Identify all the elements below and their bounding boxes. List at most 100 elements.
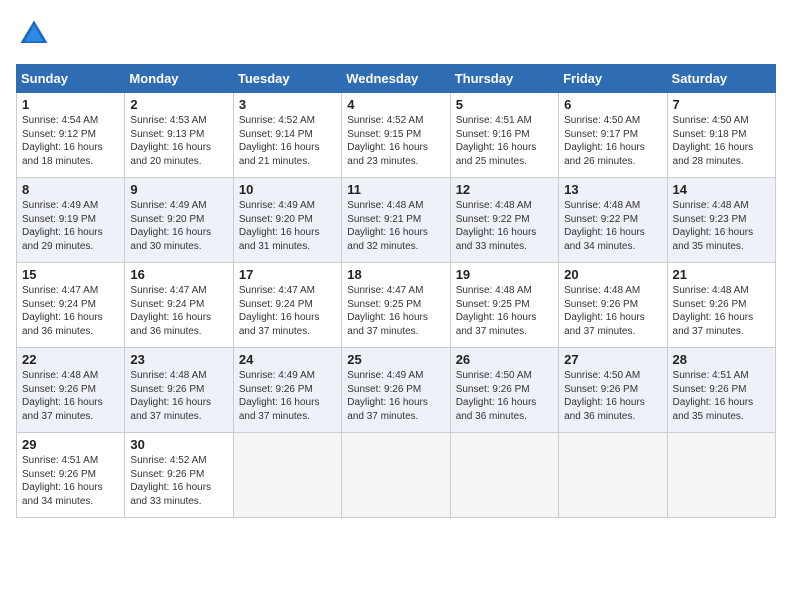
calendar-cell: 14 Sunrise: 4:48 AM Sunset: 9:23 PM Dayli… [667, 178, 775, 263]
day-info: Sunrise: 4:52 AM Sunset: 9:14 PM Dayligh… [239, 114, 336, 168]
day-number: 3 [239, 97, 336, 112]
day-number: 19 [456, 267, 553, 282]
calendar-cell: 22 Sunrise: 4:48 AM Sunset: 9:26 PM Dayli… [17, 348, 125, 433]
day-number: 29 [22, 437, 119, 452]
day-number: 22 [22, 352, 119, 367]
day-info: Sunrise: 4:47 AM Sunset: 9:24 PM Dayligh… [22, 284, 119, 338]
col-header-sunday: Sunday [17, 65, 125, 93]
day-number: 1 [22, 97, 119, 112]
calendar-cell: 15 Sunrise: 4:47 AM Sunset: 9:24 PM Dayli… [17, 263, 125, 348]
calendar-cell: 19 Sunrise: 4:48 AM Sunset: 9:25 PM Dayli… [450, 263, 558, 348]
calendar-cell: 1 Sunrise: 4:54 AM Sunset: 9:12 PM Daylig… [17, 93, 125, 178]
day-info: Sunrise: 4:48 AM Sunset: 9:23 PM Dayligh… [673, 199, 770, 253]
day-number: 17 [239, 267, 336, 282]
day-number: 28 [673, 352, 770, 367]
col-header-wednesday: Wednesday [342, 65, 450, 93]
day-number: 20 [564, 267, 661, 282]
day-info: Sunrise: 4:49 AM Sunset: 9:26 PM Dayligh… [347, 369, 444, 423]
week-row-3: 15 Sunrise: 4:47 AM Sunset: 9:24 PM Dayli… [17, 263, 776, 348]
day-info: Sunrise: 4:53 AM Sunset: 9:13 PM Dayligh… [130, 114, 227, 168]
calendar-cell: 29 Sunrise: 4:51 AM Sunset: 9:26 PM Dayli… [17, 433, 125, 518]
col-header-saturday: Saturday [667, 65, 775, 93]
calendar-cell: 26 Sunrise: 4:50 AM Sunset: 9:26 PM Dayli… [450, 348, 558, 433]
calendar-cell: 12 Sunrise: 4:48 AM Sunset: 9:22 PM Dayli… [450, 178, 558, 263]
calendar-cell [667, 433, 775, 518]
day-number: 26 [456, 352, 553, 367]
calendar-cell: 24 Sunrise: 4:49 AM Sunset: 9:26 PM Dayli… [233, 348, 341, 433]
day-info: Sunrise: 4:47 AM Sunset: 9:24 PM Dayligh… [239, 284, 336, 338]
day-info: Sunrise: 4:51 AM Sunset: 9:16 PM Dayligh… [456, 114, 553, 168]
day-info: Sunrise: 4:48 AM Sunset: 9:26 PM Dayligh… [22, 369, 119, 423]
calendar-cell: 2 Sunrise: 4:53 AM Sunset: 9:13 PM Daylig… [125, 93, 233, 178]
day-number: 10 [239, 182, 336, 197]
calendar-cell [342, 433, 450, 518]
day-number: 11 [347, 182, 444, 197]
calendar-cell: 11 Sunrise: 4:48 AM Sunset: 9:21 PM Dayli… [342, 178, 450, 263]
day-number: 30 [130, 437, 227, 452]
calendar-cell: 25 Sunrise: 4:49 AM Sunset: 9:26 PM Dayli… [342, 348, 450, 433]
day-number: 16 [130, 267, 227, 282]
calendar-cell: 16Sunrise: 4:47 AM Sunset: 9:24 PM Dayli… [125, 263, 233, 348]
calendar-cell: 13 Sunrise: 4:48 AM Sunset: 9:22 PM Dayli… [559, 178, 667, 263]
col-header-thursday: Thursday [450, 65, 558, 93]
day-info: Sunrise: 4:47 AM Sunset: 9:25 PM Dayligh… [347, 284, 444, 338]
calendar-cell [559, 433, 667, 518]
day-info: Sunrise: 4:51 AM Sunset: 9:26 PM Dayligh… [673, 369, 770, 423]
day-number: 6 [564, 97, 661, 112]
day-number: 8 [22, 182, 119, 197]
calendar-header-row: SundayMondayTuesdayWednesdayThursdayFrid… [17, 65, 776, 93]
week-row-1: 1 Sunrise: 4:54 AM Sunset: 9:12 PM Daylig… [17, 93, 776, 178]
calendar-cell: 4 Sunrise: 4:52 AM Sunset: 9:15 PM Daylig… [342, 93, 450, 178]
col-header-monday: Monday [125, 65, 233, 93]
calendar-cell: 5Sunrise: 4:51 AM Sunset: 9:16 PM Daylig… [450, 93, 558, 178]
day-info: Sunrise: 4:50 AM Sunset: 9:17 PM Dayligh… [564, 114, 661, 168]
day-info: Sunrise: 4:48 AM Sunset: 9:25 PM Dayligh… [456, 284, 553, 338]
day-info: Sunrise: 4:51 AM Sunset: 9:26 PM Dayligh… [22, 454, 119, 508]
calendar-cell: 9Sunrise: 4:49 AM Sunset: 9:20 PM Daylig… [125, 178, 233, 263]
calendar-cell: 21 Sunrise: 4:48 AM Sunset: 9:26 PM Dayli… [667, 263, 775, 348]
day-info: Sunrise: 4:48 AM Sunset: 9:22 PM Dayligh… [456, 199, 553, 253]
col-header-friday: Friday [559, 65, 667, 93]
day-number: 2 [130, 97, 227, 112]
day-info: Sunrise: 4:50 AM Sunset: 9:18 PM Dayligh… [673, 114, 770, 168]
calendar-cell: 20 Sunrise: 4:48 AM Sunset: 9:26 PM Dayli… [559, 263, 667, 348]
day-info: Sunrise: 4:48 AM Sunset: 9:22 PM Dayligh… [564, 199, 661, 253]
calendar-cell: 10Sunrise: 4:49 AM Sunset: 9:20 PM Dayli… [233, 178, 341, 263]
day-info: Sunrise: 4:48 AM Sunset: 9:26 PM Dayligh… [130, 369, 227, 423]
col-header-tuesday: Tuesday [233, 65, 341, 93]
day-info: Sunrise: 4:48 AM Sunset: 9:26 PM Dayligh… [564, 284, 661, 338]
week-row-4: 22 Sunrise: 4:48 AM Sunset: 9:26 PM Dayli… [17, 348, 776, 433]
day-number: 24 [239, 352, 336, 367]
calendar-cell: 28 Sunrise: 4:51 AM Sunset: 9:26 PM Dayli… [667, 348, 775, 433]
day-number: 23 [130, 352, 227, 367]
day-info: Sunrise: 4:48 AM Sunset: 9:21 PM Dayligh… [347, 199, 444, 253]
calendar-cell: 30Sunrise: 4:52 AM Sunset: 9:26 PM Dayli… [125, 433, 233, 518]
week-row-2: 8 Sunrise: 4:49 AM Sunset: 9:19 PM Daylig… [17, 178, 776, 263]
day-info: Sunrise: 4:52 AM Sunset: 9:15 PM Dayligh… [347, 114, 444, 168]
day-number: 7 [673, 97, 770, 112]
day-info: Sunrise: 4:49 AM Sunset: 9:20 PM Dayligh… [130, 199, 227, 253]
day-info: Sunrise: 4:49 AM Sunset: 9:19 PM Dayligh… [22, 199, 119, 253]
day-number: 21 [673, 267, 770, 282]
day-info: Sunrise: 4:50 AM Sunset: 9:26 PM Dayligh… [456, 369, 553, 423]
page-header [16, 16, 776, 52]
day-info: Sunrise: 4:50 AM Sunset: 9:26 PM Dayligh… [564, 369, 661, 423]
day-number: 25 [347, 352, 444, 367]
calendar-cell: 8 Sunrise: 4:49 AM Sunset: 9:19 PM Daylig… [17, 178, 125, 263]
calendar-cell: 7 Sunrise: 4:50 AM Sunset: 9:18 PM Daylig… [667, 93, 775, 178]
day-number: 13 [564, 182, 661, 197]
calendar-cell: 23 Sunrise: 4:48 AM Sunset: 9:26 PM Dayli… [125, 348, 233, 433]
logo [16, 16, 56, 52]
day-info: Sunrise: 4:54 AM Sunset: 9:12 PM Dayligh… [22, 114, 119, 168]
day-number: 4 [347, 97, 444, 112]
day-number: 15 [22, 267, 119, 282]
day-info: Sunrise: 4:49 AM Sunset: 9:26 PM Dayligh… [239, 369, 336, 423]
calendar-cell: 18Sunrise: 4:47 AM Sunset: 9:25 PM Dayli… [342, 263, 450, 348]
logo-icon [16, 16, 52, 52]
day-info: Sunrise: 4:48 AM Sunset: 9:26 PM Dayligh… [673, 284, 770, 338]
calendar-cell: 3 Sunrise: 4:52 AM Sunset: 9:14 PM Daylig… [233, 93, 341, 178]
day-number: 12 [456, 182, 553, 197]
day-number: 27 [564, 352, 661, 367]
day-number: 14 [673, 182, 770, 197]
week-row-5: 29 Sunrise: 4:51 AM Sunset: 9:26 PM Dayli… [17, 433, 776, 518]
